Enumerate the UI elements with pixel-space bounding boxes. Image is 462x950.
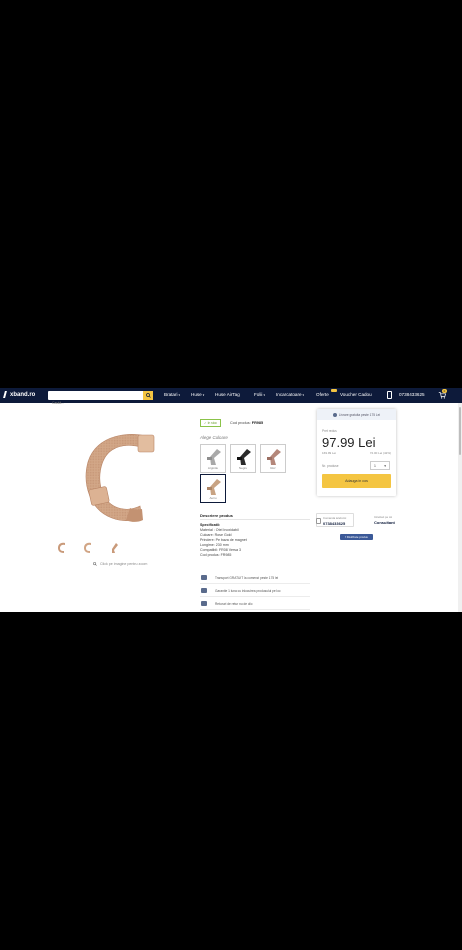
- divider: [200, 519, 310, 520]
- order-phone-title: Comanda telefonic: [323, 516, 347, 520]
- old-price: 169.99 Lei: [322, 451, 337, 455]
- thumbnail-row: [57, 542, 119, 554]
- consult-title: Intrebari pe tot: [374, 515, 393, 519]
- color-swatch-auriu[interactable]: Auriu: [200, 474, 226, 503]
- shipping-text: Livrare gratuita peste 175 Lei: [338, 412, 381, 417]
- feature-text: Garantie 1 luna cu inlocuirea produsului…: [215, 588, 281, 593]
- color-label: Auriu: [209, 496, 217, 500]
- top-nav: xband.ro Bratari▾ Huse▾ Huse AirTag Foli…: [0, 388, 462, 408]
- site-logo[interactable]: xband.ro: [3, 391, 36, 398]
- chevron-down-icon: ▾: [202, 393, 205, 397]
- thumbnail-1[interactable]: [57, 542, 67, 554]
- chevron-down-icon: ▾: [302, 393, 305, 397]
- scrollbar-thumb[interactable]: [459, 407, 461, 455]
- chevron-down-icon: ▾: [263, 393, 265, 397]
- zoom-hint: Click pe imagine pentru zoom: [93, 562, 147, 566]
- return-icon: [201, 601, 207, 606]
- menu-huse-label: Huse: [191, 392, 202, 397]
- check-icon: ✓: [203, 421, 207, 425]
- shield-icon: [201, 588, 207, 593]
- product-code-value: FR985: [251, 421, 264, 425]
- search-button[interactable]: [143, 391, 153, 400]
- search-input[interactable]: [48, 398, 142, 408]
- band-rose-image: [267, 449, 281, 465]
- logo-text: xband.ro: [10, 391, 36, 398]
- zoom-hint-text: Click pe imagine pentru zoom: [100, 562, 148, 566]
- description-title: Descriere produs: [200, 513, 233, 518]
- facebook-share-label: Distribuie produs: [346, 535, 368, 539]
- page-scrollbar[interactable]: [458, 403, 462, 612]
- new-badge: [331, 389, 337, 392]
- info-icon: [332, 412, 337, 417]
- color-label: Roz: [270, 466, 276, 470]
- product-main-image[interactable]: [82, 432, 160, 524]
- color-selector-title: Alege Culoare: [200, 435, 228, 440]
- chevron-down-icon: ▾: [178, 393, 181, 397]
- band-silver-image: [207, 449, 221, 465]
- spec-cod: Cod produs: FR985: [200, 553, 232, 557]
- color-label: Negru: [238, 466, 248, 470]
- nav-phone[interactable]: 0738433625: [399, 392, 425, 397]
- feature-return: Retururi de retur nu de clic: [200, 598, 310, 610]
- menu-folii[interactable]: Folii▾: [254, 392, 265, 397]
- phone-icon: [316, 518, 321, 524]
- stock-badge: ✓ In stoc: [200, 419, 221, 427]
- color-label: Argintiu: [207, 466, 219, 470]
- price-box: Livrare gratuita peste 175 Lei Pret redu…: [317, 409, 396, 496]
- zoom-icon: [93, 562, 97, 566]
- logo-mark-icon: [3, 391, 10, 398]
- menu-huse[interactable]: Huse▾: [191, 392, 204, 397]
- color-swatch-negru[interactable]: Negru: [230, 444, 256, 473]
- consult-link[interactable]: Consultant: [374, 520, 395, 525]
- order-by-phone[interactable]: Comanda telefonic 0738433625: [316, 513, 354, 527]
- shipping-banner: Livrare gratuita peste 175 Lei: [317, 409, 396, 420]
- menu-incarcatoare-label: Incarcatoare: [276, 392, 302, 397]
- truck-icon: [201, 575, 207, 580]
- band-black-image: [237, 449, 251, 465]
- feature-text: Retururi de retur nu de clic: [215, 601, 253, 606]
- band-gold-image: [207, 479, 221, 495]
- feature-warranty: Garantie 1 luna cu inlocuirea produsului…: [200, 585, 310, 597]
- thumbnail-2[interactable]: [83, 542, 93, 554]
- product-code: Cod produs: FR985: [230, 421, 263, 425]
- search-icon: [145, 393, 151, 398]
- quantity-value: 1: [374, 463, 376, 468]
- menu-oferte[interactable]: Oferte: [316, 392, 329, 397]
- menu-bratari[interactable]: Bratari▾: [164, 392, 180, 397]
- color-swatch-roz[interactable]: Roz: [260, 444, 286, 473]
- menu-huse-airtag[interactable]: Huse AirTag: [215, 392, 240, 397]
- search-box: [48, 391, 153, 408]
- feature-shipping: Transport GRATUIT la comenzi peste 175 l…: [200, 572, 310, 584]
- cart-count-badge: 0: [442, 389, 447, 393]
- browser-screenshot: xband.ro Bratari▾ Huse▾ Huse AirTag Foli…: [0, 388, 462, 612]
- menu-folii-label: Folii: [254, 392, 263, 397]
- menu-voucher-cadou[interactable]: Voucher Cadou: [340, 392, 372, 397]
- quantity-select[interactable]: 1 ▾: [370, 461, 390, 470]
- product-code-label: Cod produs:: [230, 421, 251, 425]
- order-phone-number: 0738433625: [323, 521, 346, 526]
- price: 97.99 Lei: [322, 435, 376, 450]
- quantity-label: Nr. produse: [322, 464, 339, 468]
- stock-text: In stoc: [207, 421, 218, 425]
- add-to-cart-button[interactable]: Adauga in cos: [322, 474, 391, 488]
- chevron-down-icon: ▾: [384, 463, 386, 468]
- price-label: Pret redus: [322, 429, 337, 433]
- menu-incarcatoare[interactable]: Incarcatoare▾: [276, 392, 304, 397]
- facebook-share-button[interactable]: f Distribuie produs: [340, 534, 373, 540]
- thumbnail-3[interactable]: [109, 542, 119, 554]
- feature-text: Transport GRATUIT la comenzi peste 175 l…: [215, 575, 279, 580]
- color-swatch-argintiu[interactable]: Argintiu: [200, 444, 226, 473]
- savings: 72.00 Lei (42%): [369, 451, 391, 455]
- phone-icon: [387, 391, 392, 399]
- menu-bratari-label: Bratari: [164, 392, 178, 397]
